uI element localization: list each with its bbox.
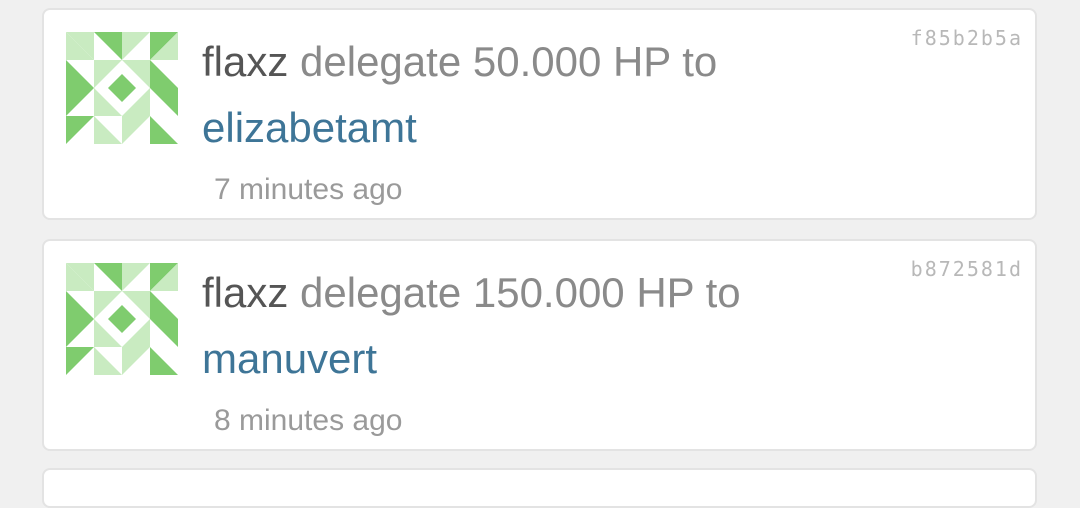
target-account-link[interactable]: manuvert bbox=[202, 335, 377, 383]
identicon-avatar[interactable] bbox=[66, 32, 178, 144]
feed-item[interactable]: flaxz delegate 50.000 HP to elizabetamt … bbox=[42, 8, 1037, 220]
actor-link[interactable]: flaxz bbox=[202, 269, 288, 316]
action-text: delegate 50.000 HP to bbox=[288, 38, 718, 85]
actor-link[interactable]: flaxz bbox=[202, 38, 288, 85]
timestamp: 7 minutes ago bbox=[214, 173, 403, 206]
identicon-avatar[interactable] bbox=[66, 263, 178, 375]
feed-item-summary: flaxz delegate 150.000 HP to bbox=[202, 269, 741, 317]
feed-item-summary: flaxz delegate 50.000 HP to bbox=[202, 38, 717, 86]
feed-item[interactable]: flaxz delegate 150.000 HP to manuvert 8 … bbox=[42, 239, 1037, 451]
transaction-hash[interactable]: b872581d bbox=[911, 257, 1023, 281]
action-text: delegate 150.000 HP to bbox=[288, 269, 741, 316]
activity-feed: flaxz delegate 50.000 HP to elizabetamt … bbox=[0, 0, 1080, 508]
identicon-icon bbox=[66, 263, 178, 375]
feed-item[interactable] bbox=[42, 468, 1037, 508]
timestamp: 8 minutes ago bbox=[214, 404, 403, 437]
target-account-link[interactable]: elizabetamt bbox=[202, 104, 417, 152]
transaction-hash[interactable]: f85b2b5a bbox=[911, 26, 1023, 50]
identicon-icon bbox=[66, 32, 178, 144]
